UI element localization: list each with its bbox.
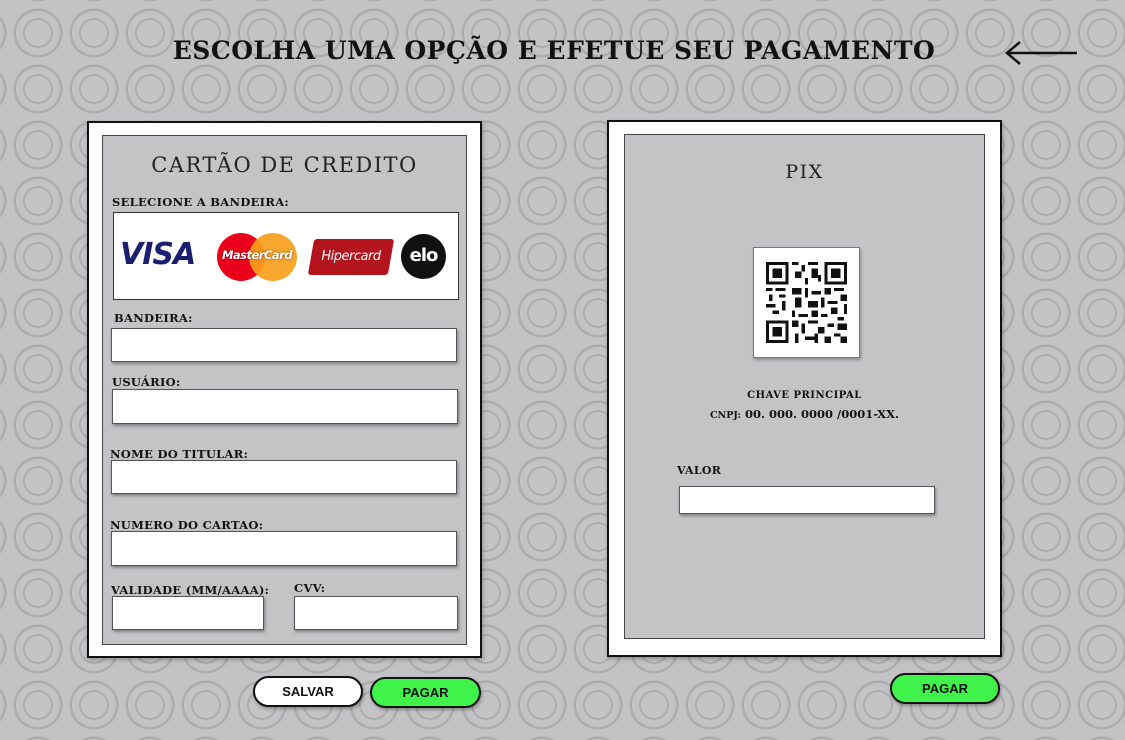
pix-key-title: CHAVE PRINCIPAL — [747, 390, 862, 401]
arrow-left-icon[interactable] — [1004, 40, 1079, 66]
numero-cartao-field[interactable] — [111, 531, 457, 566]
save-button[interactable]: SALVAR — [253, 676, 363, 707]
valor-label: VALOR — [677, 464, 722, 477]
pix-key-value: CNPJ: 00. 000. 0000 /0001-XX. — [625, 407, 984, 421]
hipercard-logo[interactable]: Hipercard — [307, 239, 395, 275]
bandeira-field[interactable] — [111, 328, 457, 362]
pix-key-number: 00. 000. 0000 /0001-XX. — [745, 407, 900, 421]
mastercard-logo-text: MasterCard — [221, 248, 293, 262]
select-brand-label: SELECIONE A BANDEIRA: — [112, 195, 289, 209]
nome-titular-label: NOME DO TITULAR: — [110, 447, 249, 461]
page-title: ESCOLHA UMA OPÇÃO E EFETUE SEU PAGAMENTO — [172, 36, 936, 65]
visa-logo-text: VISA — [120, 237, 196, 272]
bandeira-label: BANDEIRA: — [114, 311, 193, 325]
valor-field[interactable] — [679, 486, 935, 514]
credit-card-panel: CARTÃO DE CREDITO SELECIONE A BANDEIRA: … — [87, 121, 482, 658]
mastercard-logo[interactable]: MasterCard — [217, 233, 297, 281]
pix-panel: PIX CHAVE PRINCIPAL CNPJ: 00. 000. 0000 … — [607, 120, 1002, 657]
visa-logo[interactable]: VISA — [120, 237, 196, 272]
usuario-field[interactable] — [112, 389, 458, 424]
cvv-label: CVV: — [294, 581, 326, 595]
validade-field[interactable] — [112, 596, 264, 630]
pix-title: PIX — [785, 161, 824, 183]
elo-logo[interactable]: elo — [401, 234, 446, 279]
credit-card-title: CARTÃO DE CREDITO — [151, 153, 418, 177]
validade-label: VALIDADE (MM/AAAA): — [111, 583, 270, 597]
elo-logo-text: elo — [409, 245, 439, 266]
credit-card-form: CARTÃO DE CREDITO SELECIONE A BANDEIRA: … — [102, 135, 467, 645]
cvv-field[interactable] — [294, 596, 458, 630]
pix-form: PIX CHAVE PRINCIPAL CNPJ: 00. 000. 0000 … — [624, 134, 985, 639]
nome-titular-field[interactable] — [111, 460, 457, 494]
brand-selector: VISA MasterCard Hipercard elo — [113, 212, 459, 300]
pay-card-button[interactable]: PAGAR — [370, 677, 481, 708]
numero-cartao-label: NUMERO DO CARTAO: — [110, 518, 264, 532]
usuario-label: USUÁRIO: — [112, 375, 181, 389]
pay-pix-button[interactable]: PAGAR — [890, 673, 1000, 704]
qr-code-icon — [753, 247, 860, 358]
hipercard-logo-text: Hipercard — [321, 249, 381, 264]
pix-key-type: CNPJ: — [709, 410, 741, 421]
